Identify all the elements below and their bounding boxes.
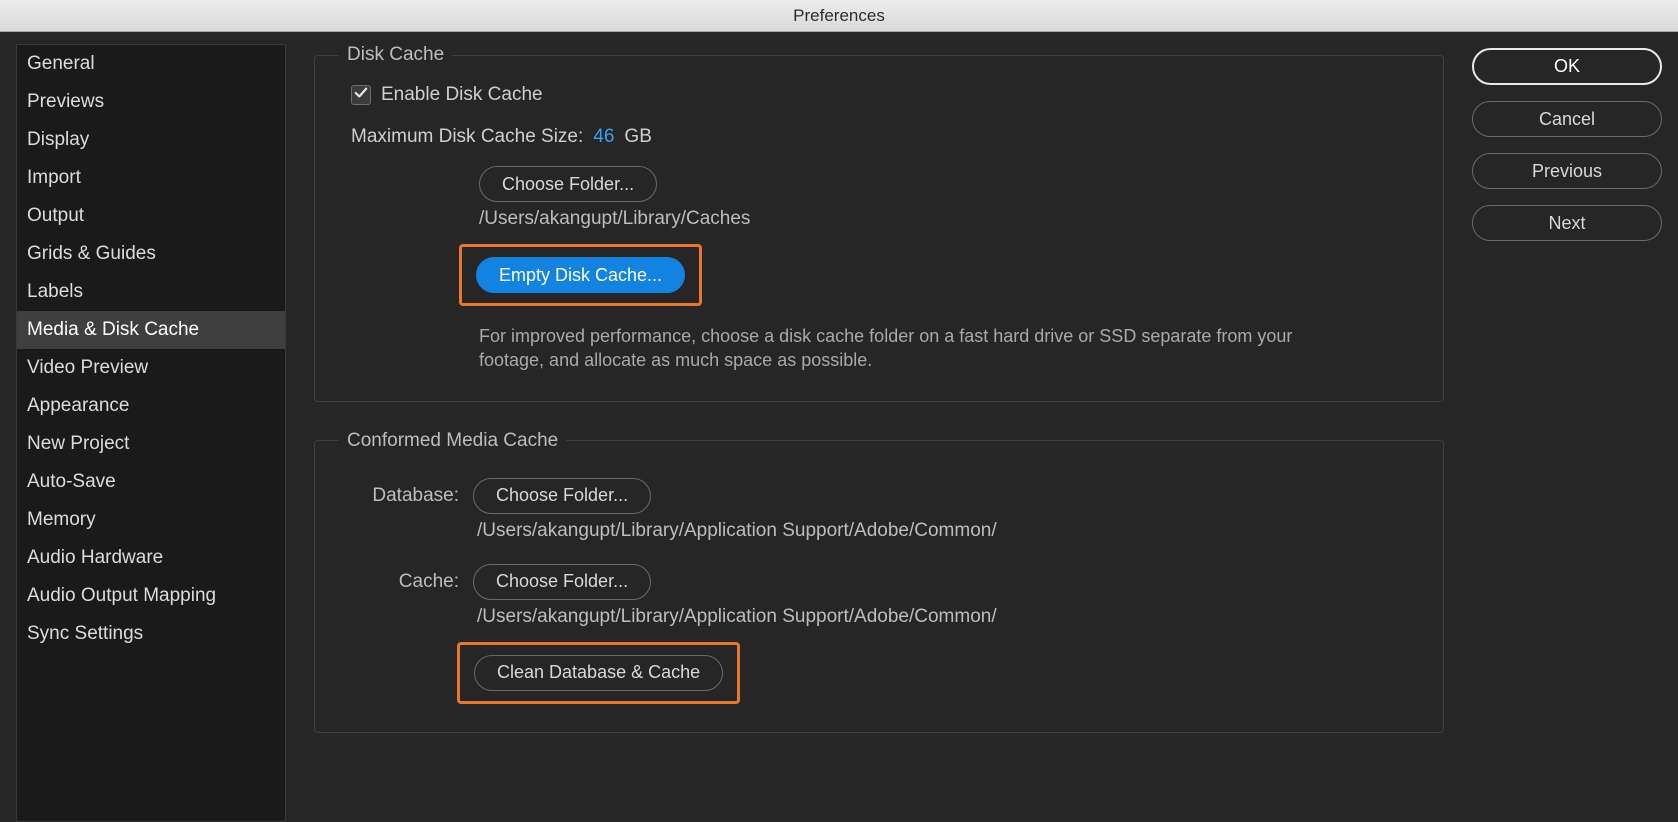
dialog-actions: OK Cancel Previous Next (1472, 44, 1662, 822)
sidebar-item-display[interactable]: Display (17, 121, 285, 159)
enable-disk-cache-label: Enable Disk Cache (381, 84, 543, 106)
disk-cache-legend: Disk Cache (339, 44, 452, 66)
cancel-button[interactable]: Cancel (1472, 101, 1662, 137)
check-icon (354, 86, 368, 105)
sidebar-item-media-disk-cache[interactable]: Media & Disk Cache (17, 311, 285, 349)
empty-disk-cache-button[interactable]: Empty Disk Cache... (476, 257, 685, 293)
empty-disk-cache-highlight: Empty Disk Cache... (459, 244, 702, 306)
disk-cache-panel: Disk Cache Enable Disk Cache Maximum Dis… (314, 44, 1444, 402)
preferences-sidebar: General Previews Display Import Output G… (16, 44, 286, 822)
conformed-media-cache-panel: Conformed Media Cache Database: Choose F… (314, 430, 1444, 733)
sidebar-item-output[interactable]: Output (17, 197, 285, 235)
sidebar-item-memory[interactable]: Memory (17, 501, 285, 539)
max-cache-size-value[interactable]: 46 (593, 126, 614, 148)
sidebar-item-new-project[interactable]: New Project (17, 425, 285, 463)
sidebar-item-labels[interactable]: Labels (17, 273, 285, 311)
preferences-main: Disk Cache Enable Disk Cache Maximum Dis… (314, 44, 1444, 822)
conformed-legend: Conformed Media Cache (339, 430, 566, 452)
database-label: Database: (339, 485, 459, 507)
disk-cache-choose-folder-button[interactable]: Choose Folder... (479, 166, 657, 202)
sidebar-item-appearance[interactable]: Appearance (17, 387, 285, 425)
previous-button[interactable]: Previous (1472, 153, 1662, 189)
next-button[interactable]: Next (1472, 205, 1662, 241)
enable-disk-cache-checkbox[interactable] (351, 85, 371, 105)
sidebar-item-import[interactable]: Import (17, 159, 285, 197)
cache-path: /Users/akangupt/Library/Application Supp… (477, 606, 1419, 628)
disk-cache-help-text: For improved performance, choose a disk … (479, 324, 1309, 373)
sidebar-item-video-preview[interactable]: Video Preview (17, 349, 285, 387)
cache-label: Cache: (339, 571, 459, 593)
disk-cache-folder-path: /Users/akangupt/Library/Caches (479, 208, 1419, 230)
sidebar-item-auto-save[interactable]: Auto-Save (17, 463, 285, 501)
ok-button[interactable]: OK (1472, 48, 1662, 85)
max-cache-size-label: Maximum Disk Cache Size: (351, 126, 583, 148)
window-title: Preferences (0, 0, 1678, 32)
sidebar-item-audio-output-mapping[interactable]: Audio Output Mapping (17, 577, 285, 615)
database-path: /Users/akangupt/Library/Application Supp… (477, 520, 1419, 542)
cache-choose-folder-button[interactable]: Choose Folder... (473, 564, 651, 600)
sidebar-item-grids-guides[interactable]: Grids & Guides (17, 235, 285, 273)
sidebar-item-general[interactable]: General (17, 45, 285, 83)
sidebar-item-audio-hardware[interactable]: Audio Hardware (17, 539, 285, 577)
sidebar-item-sync-settings[interactable]: Sync Settings (17, 615, 285, 653)
max-cache-size-unit: GB (624, 126, 651, 148)
sidebar-item-previews[interactable]: Previews (17, 83, 285, 121)
clean-database-cache-button[interactable]: Clean Database & Cache (474, 655, 723, 691)
database-choose-folder-button[interactable]: Choose Folder... (473, 478, 651, 514)
clean-db-cache-highlight: Clean Database & Cache (457, 642, 740, 704)
